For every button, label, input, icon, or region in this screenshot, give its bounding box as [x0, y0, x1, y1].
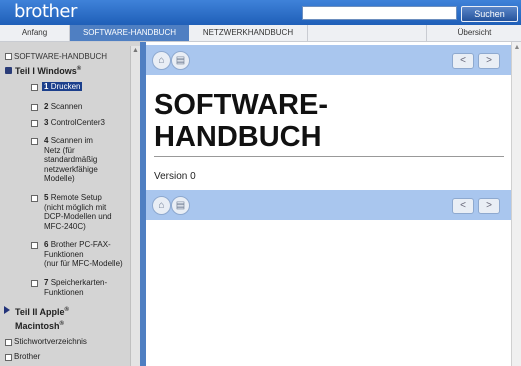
- item-number: 1: [44, 82, 49, 91]
- sidebar: SOFTWARE-HANDBUCH Teil I Windows® 1 Druc…: [0, 42, 140, 366]
- next-button[interactable]: >: [478, 198, 500, 214]
- expand-box-icon[interactable]: [31, 280, 38, 287]
- sidebar-item-speicherkarten[interactable]: 7 Speicherkarten- Funktionen: [44, 278, 107, 297]
- teil1-registered-mark: ®: [76, 66, 82, 72]
- next-button[interactable]: >: [478, 53, 500, 69]
- item-line: Modelle): [44, 174, 75, 183]
- item-line: netzwerkfähige: [44, 164, 98, 174]
- print-button[interactable]: ▤: [171, 196, 190, 215]
- title-divider: [154, 156, 504, 157]
- collapse-box-icon[interactable]: [5, 53, 12, 60]
- expand-box-icon[interactable]: [31, 104, 38, 111]
- search-input[interactable]: [302, 6, 457, 20]
- item-label: Drucken: [50, 82, 81, 91]
- tab-uebersicht[interactable]: Übersicht: [426, 25, 521, 41]
- home-icon: ⌂: [158, 55, 165, 66]
- sidebar-item-brother[interactable]: Brother: [14, 352, 40, 362]
- arrow-right-icon: >: [486, 55, 492, 66]
- item-number: 2: [44, 102, 49, 111]
- item-label: Brother PC-FAX-: [50, 240, 111, 249]
- tab-bar: Anfang SOFTWARE-HANDBUCH NETZWERKHANDBUC…: [0, 25, 521, 42]
- tab-anfang[interactable]: Anfang: [0, 25, 70, 41]
- sidebar-item-scannen[interactable]: 2 Scannen: [44, 102, 82, 112]
- tab-netzwerkhandbuch[interactable]: NETZWERKHANDBUCH: [189, 25, 308, 41]
- teil2-label: Teil II Apple: [15, 307, 65, 317]
- item-number: 6: [44, 240, 49, 249]
- teil1-label: Teil I Windows: [15, 66, 77, 76]
- arrow-right-icon: >: [486, 200, 492, 211]
- sidebar-scrollbar[interactable]: ▲: [130, 46, 140, 366]
- item-label: Speicherkarten-: [50, 278, 108, 287]
- item-label: Scannen: [50, 102, 83, 111]
- item-line: Funktionen: [44, 249, 84, 259]
- registered-mark: ®: [64, 307, 69, 313]
- search-button[interactable]: Suchen: [461, 6, 518, 22]
- item-number: 5: [44, 193, 49, 202]
- expand-box-icon[interactable]: [31, 242, 38, 249]
- sidebar-item-drucken[interactable]: 1 Drucken: [42, 82, 83, 92]
- item-line: (nicht möglich mit: [44, 202, 107, 212]
- item-line: standardmäßig: [44, 155, 98, 164]
- item-line: DCP-Modellen und: [44, 212, 112, 221]
- teil2-label-line2: Macintosh: [15, 321, 60, 331]
- top-bar: brother Suchen: [0, 0, 521, 25]
- expand-box-icon[interactable]: [31, 138, 38, 145]
- expand-box-icon[interactable]: [5, 339, 12, 346]
- book-icon: [5, 67, 12, 74]
- version-text: Version 0: [154, 171, 196, 182]
- arrow-left-icon: <: [460, 55, 466, 66]
- title-line: SOFTWARE-: [154, 89, 328, 121]
- item-label: ControlCenter3: [50, 118, 105, 127]
- item-number: 3: [44, 118, 49, 127]
- home-button[interactable]: ⌂: [152, 196, 171, 215]
- expand-box-icon[interactable]: [31, 120, 38, 127]
- sidebar-item-remote-setup[interactable]: 5 Remote Setup (nicht möglich mit DCP-Mo…: [44, 193, 112, 231]
- page-title: SOFTWARE- HANDBUCH: [154, 89, 504, 153]
- sidebar-item-scannen-im-netz[interactable]: 4 Scannen im Netz (für standardmäßig net…: [44, 136, 98, 184]
- nav-bar-bottom: ⌂ ▤ < >: [146, 190, 511, 220]
- sidebar-item-stichwortverzeichnis[interactable]: Stichwortverzeichnis: [14, 337, 87, 347]
- print-button[interactable]: ▤: [171, 51, 190, 70]
- item-line: Funktionen: [44, 287, 84, 297]
- item-number: 7: [44, 278, 49, 287]
- item-line: Netz (für: [44, 145, 75, 155]
- home-icon: ⌂: [158, 200, 165, 211]
- sidebar-item-teil1[interactable]: Teil I Windows®: [15, 65, 81, 77]
- sidebar-item-pc-fax[interactable]: 6 Brother PC-FAX- Funktionen (nur für MF…: [44, 240, 123, 269]
- item-line: (nur für MFC-Modelle): [44, 259, 123, 268]
- print-icon: ▤: [175, 55, 186, 66]
- prev-button[interactable]: <: [452, 198, 474, 214]
- main-scrollbar[interactable]: ▲: [511, 42, 521, 366]
- print-icon: ▤: [175, 200, 186, 211]
- item-number: 4: [44, 136, 49, 145]
- sidebar-item-controlcenter3[interactable]: 3 ControlCenter3: [44, 118, 105, 128]
- home-button[interactable]: ⌂: [152, 51, 171, 70]
- item-label: Scannen im: [50, 136, 93, 145]
- sidebar-item-software-handbuch[interactable]: SOFTWARE-HANDBUCH: [14, 52, 107, 62]
- expand-box-icon[interactable]: [31, 195, 38, 202]
- tab-software-handbuch[interactable]: SOFTWARE-HANDBUCH: [70, 25, 189, 41]
- main-content: ⌂ ▤ < > SOFTWARE- HANDBUCH Version 0 ⌂ ▤…: [146, 42, 521, 366]
- nav-bar-top: ⌂ ▤ < >: [146, 45, 511, 75]
- scroll-up-icon[interactable]: ▲: [131, 46, 140, 55]
- item-label: Remote Setup: [50, 193, 102, 202]
- arrow-right-icon: [4, 306, 10, 314]
- arrow-left-icon: <: [460, 200, 466, 211]
- registered-mark: ®: [59, 321, 64, 327]
- item-line: MFC-240C): [44, 221, 86, 231]
- expand-box-icon[interactable]: [5, 354, 12, 361]
- prev-button[interactable]: <: [452, 53, 474, 69]
- expand-box-icon[interactable]: [31, 84, 38, 91]
- scroll-up-icon[interactable]: ▲: [512, 44, 521, 51]
- title-line: HANDBUCH: [154, 121, 322, 153]
- sidebar-item-teil2[interactable]: Teil II Apple® Macintosh®: [15, 304, 69, 332]
- drucken-highlight: 1 Drucken: [42, 82, 83, 91]
- brother-logo[interactable]: brother: [14, 1, 77, 22]
